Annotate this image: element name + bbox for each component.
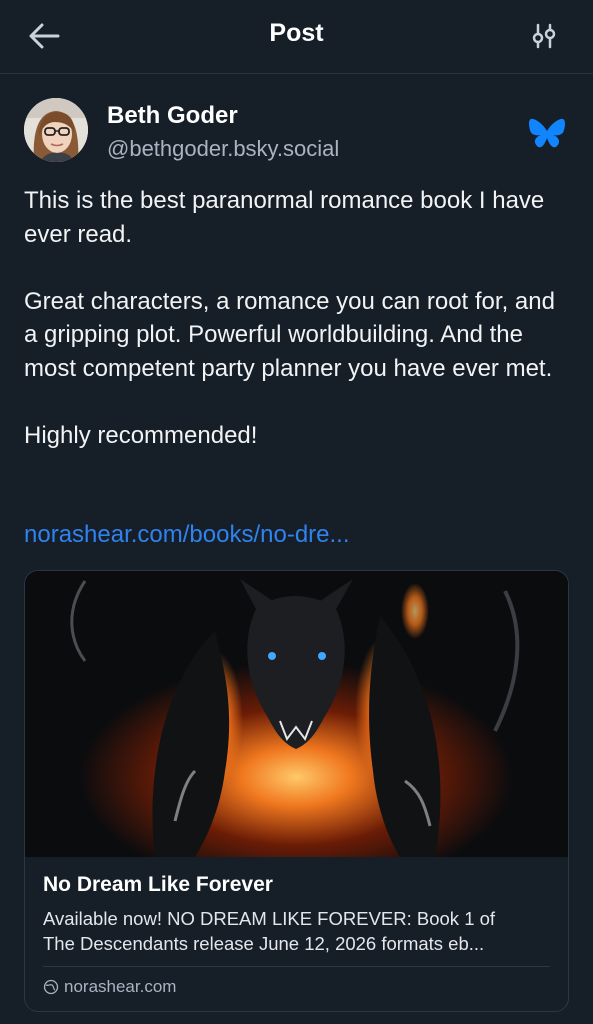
card-description-line: Available now! NO DREAM LIKE FOREVER: Bo…: [43, 908, 496, 929]
page-title: Post: [269, 19, 324, 47]
card-domain-text: norashear.com: [64, 977, 177, 996]
author-handle[interactable]: @bethgoder.bsky.social: [107, 136, 339, 162]
card-description-line: The Descendants release June 12, 2026 fo…: [43, 933, 485, 954]
post-paragraph: This is the best paranormal romance book…: [24, 187, 545, 248]
post-paragraph: Highly recommended!: [24, 421, 258, 449]
post-paragraph: Great characters, a romance you can root…: [24, 287, 555, 382]
card-thumbnail-image: [25, 571, 568, 857]
top-bar: Post: [0, 0, 593, 74]
card-divider: [43, 966, 550, 967]
card-domain: norashear.com: [43, 977, 176, 997]
post-link[interactable]: norashear.com/books/no-dre...: [24, 521, 350, 549]
post-body: This is the best paranormal romance book…: [24, 184, 572, 452]
card-description: Available now! NO DREAM LIKE FOREVER: Bo…: [43, 906, 551, 956]
thread-settings-button[interactable]: [526, 20, 562, 52]
avatar[interactable]: [24, 98, 88, 162]
card-title: No Dream Like Forever: [43, 873, 273, 896]
globe-icon: [43, 979, 59, 995]
author-name[interactable]: Beth Goder: [107, 102, 238, 130]
sliders-icon: [532, 23, 556, 49]
post-author: Beth Goder @bethgoder.bsky.social: [24, 98, 569, 164]
butterfly-icon: [529, 118, 565, 148]
link-preview-card[interactable]: No Dream Like Forever Available now! NO …: [24, 570, 569, 1012]
